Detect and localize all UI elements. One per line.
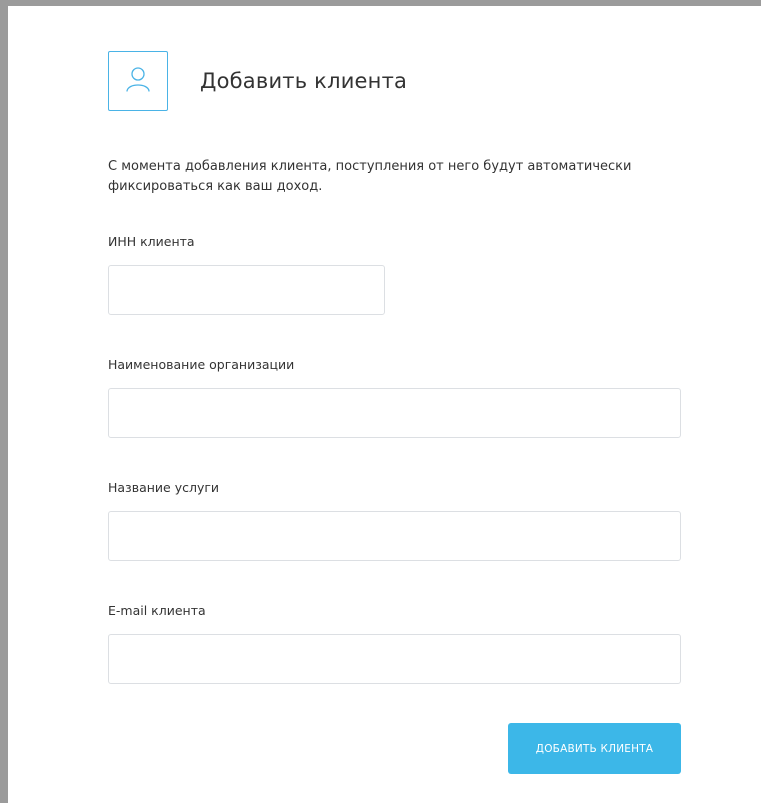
organization-input[interactable]: [108, 388, 681, 438]
inn-input[interactable]: [108, 265, 385, 315]
service-label: Название услуги: [108, 480, 220, 495]
dialog-header: Добавить клиента: [108, 50, 407, 112]
dialog-panel: Добавить клиента С момента добавления кл…: [0, 0, 761, 803]
description-text: С момента добавления клиента, поступлени…: [108, 159, 632, 194]
email-label: E-mail клиента: [108, 603, 206, 618]
user-icon: [125, 65, 151, 97]
email-input[interactable]: [108, 634, 681, 684]
service-input[interactable]: [108, 511, 681, 561]
add-client-button[interactable]: ДОБАВИТЬ КЛИЕНТА: [508, 723, 681, 774]
inn-label: ИНН клиента: [108, 234, 195, 249]
organization-label: Наименование организации: [108, 357, 295, 372]
page-title: Добавить клиента: [200, 69, 408, 93]
avatar: [108, 51, 168, 111]
